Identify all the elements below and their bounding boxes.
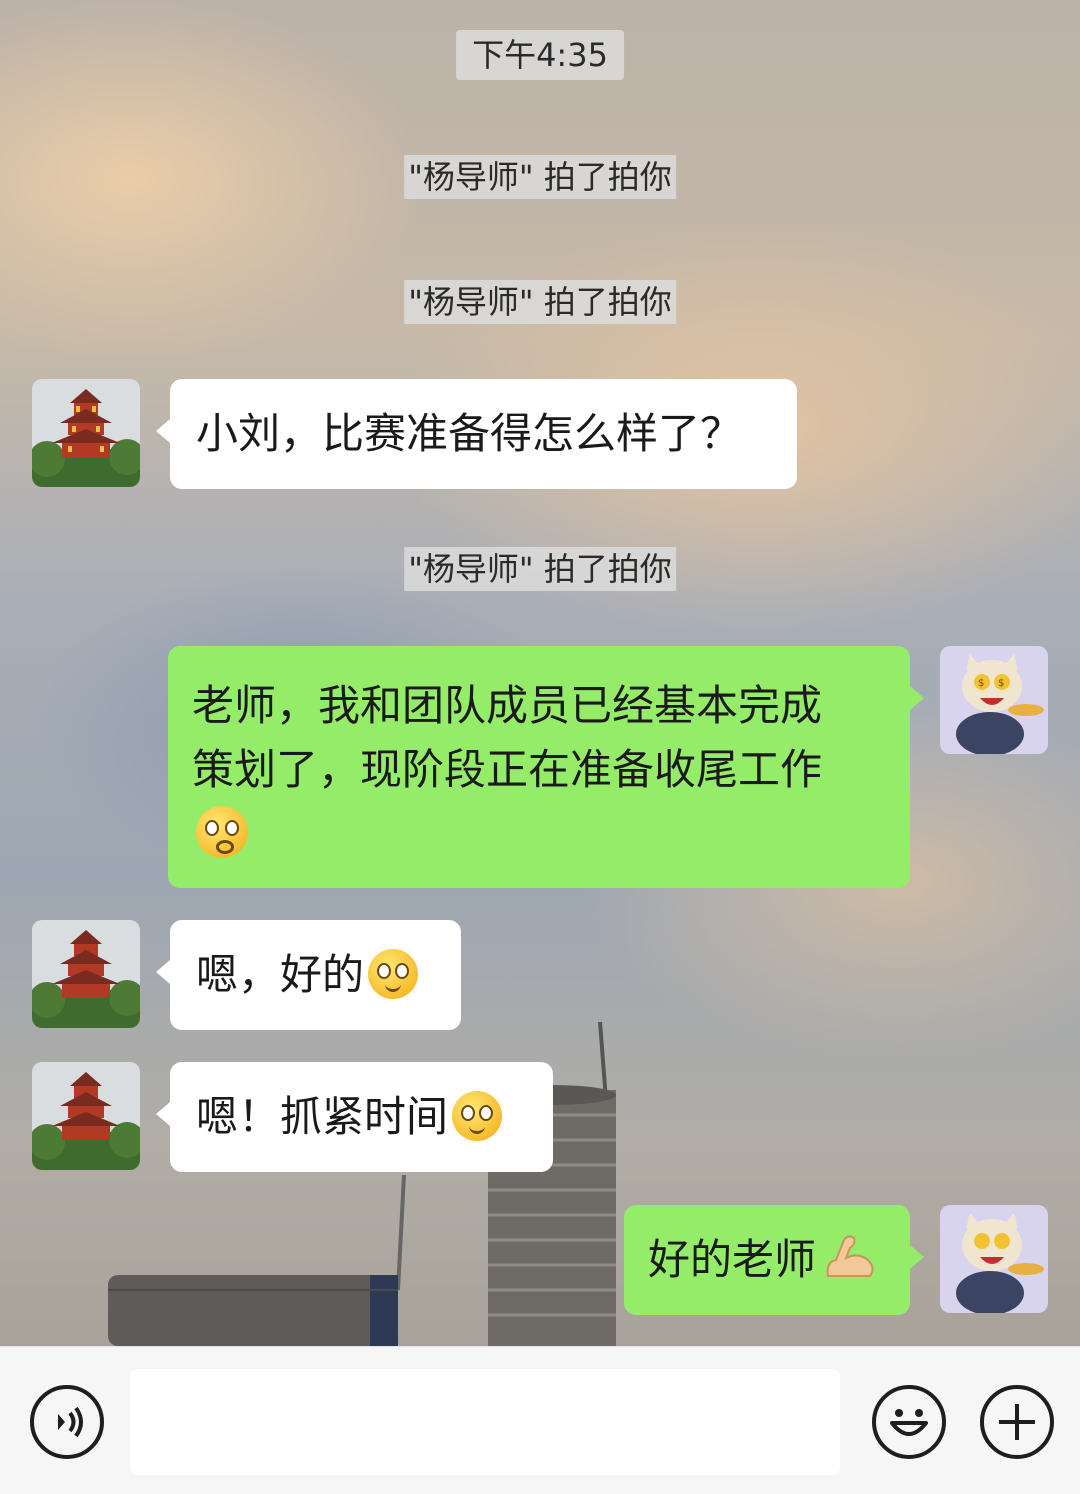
pagoda-icon	[32, 1062, 140, 1170]
flushed-face-icon	[196, 806, 248, 858]
pagoda-icon	[32, 379, 140, 487]
message-text-line: 策划了，现阶段正在准备收尾工作	[192, 745, 823, 794]
chat-area[interactable]: 下午4:35 "杨导师" 拍了拍你 "杨导师" 拍了拍你 小刘，比赛准备得怎么样…	[0, 0, 1080, 1346]
pagoda-icon	[32, 920, 140, 1028]
pat-notice: "杨导师" 拍了拍你	[404, 155, 676, 199]
cartoon-cat-icon: $ $	[940, 646, 1048, 754]
flexed-biceps-icon	[826, 1235, 874, 1277]
incoming-message[interactable]: 嗯，好的	[156, 920, 461, 1030]
pat-notice: "杨导师" 拍了拍你	[404, 280, 676, 324]
message-text: 嗯，好的	[196, 950, 365, 999]
incoming-message[interactable]: 嗯！抓紧时间	[156, 1062, 553, 1172]
plus-icon	[999, 1404, 1035, 1440]
message-text-line: 老师，我和团队成员已经基本完成	[192, 681, 823, 730]
contact-avatar[interactable]	[32, 1062, 140, 1170]
contact-avatar[interactable]	[32, 920, 140, 1028]
timestamp: 下午4:35	[456, 30, 624, 80]
message-text: 小刘，比赛准备得怎么样了？	[196, 409, 743, 458]
input-bar	[0, 1346, 1080, 1494]
contact-avatar[interactable]	[32, 379, 140, 487]
emoji-icon	[890, 1409, 928, 1436]
emoji-button[interactable]	[872, 1385, 946, 1459]
voice-icon	[58, 1406, 83, 1438]
pat-notice: "杨导师" 拍了拍你	[404, 547, 676, 591]
message-text: 嗯！抓紧时间	[196, 1092, 449, 1141]
svg-text:$: $	[978, 678, 984, 689]
smiling-face-icon	[368, 949, 419, 999]
self-avatar[interactable]: $ $	[940, 646, 1048, 754]
message-text: 好的老师	[648, 1235, 817, 1284]
outgoing-message[interactable]: 老师，我和团队成员已经基本完成 策划了，现阶段正在准备收尾工作	[168, 646, 924, 888]
self-avatar[interactable]	[940, 1205, 1048, 1313]
plus-button[interactable]	[980, 1385, 1054, 1459]
svg-text:$: $	[998, 678, 1004, 689]
voice-button[interactable]	[30, 1385, 104, 1459]
message-input[interactable]	[130, 1369, 840, 1475]
outgoing-message[interactable]: 好的老师	[624, 1205, 924, 1315]
incoming-message[interactable]: 小刘，比赛准备得怎么样了？	[156, 379, 797, 489]
smiling-face-icon	[452, 1091, 503, 1141]
cartoon-cat-icon	[940, 1205, 1048, 1313]
